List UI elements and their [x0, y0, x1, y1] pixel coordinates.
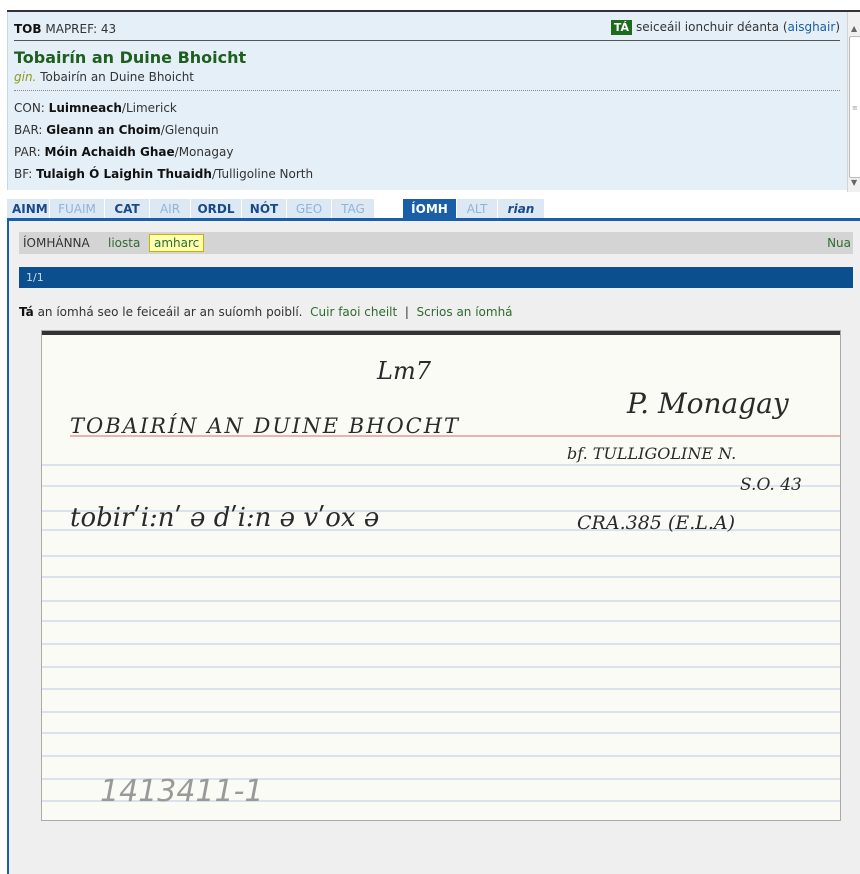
pager-count: 1/1 — [26, 271, 44, 284]
scroll-thumb[interactable]: ≡ — [849, 36, 860, 178]
image-pager: 1/1 — [19, 267, 853, 288]
status-badge: TÁ — [610, 20, 633, 35]
admin-townland: BF: Tulaigh Ó Laighin Thuaidh/Tulligolin… — [14, 167, 313, 181]
genitive-line: gin. Tobairín an Duine Bhoicht — [14, 70, 194, 84]
tab-not[interactable]: NÓT — [242, 199, 286, 219]
tab-fuaim[interactable]: FUAIM — [50, 199, 104, 219]
admin-english-name: /Glenquin — [160, 123, 219, 137]
tab-air[interactable]: AIR — [150, 199, 190, 219]
delete-image-link[interactable]: Scrios an íomhá — [417, 305, 513, 319]
undo-link[interactable]: aisghair — [788, 20, 836, 34]
visibility-line: Tá an íomhá seo le feiceáil ar an suíomh… — [19, 305, 513, 319]
card-drawing: Lm7 TOBAIRÍN AN DUINE BHOCHT P. Monagay … — [42, 357, 840, 809]
card-code: Lm7 — [376, 357, 432, 385]
visibility-text: an íomhá seo le feiceáil ar an suíomh po… — [37, 305, 303, 319]
undo-paren-close: ) — [835, 20, 840, 34]
card-parish: P. Monagay — [626, 387, 790, 420]
scroll-up-arrow-icon[interactable]: ▲ — [851, 24, 857, 33]
new-image-link[interactable]: Nua — [827, 236, 851, 250]
admin-irish-name: Gleann an Choim — [46, 123, 161, 137]
view-mode-link[interactable]: amharc — [149, 234, 205, 252]
input-check-status: TÁ seiceáil ionchuir déanta (aisghair) — [610, 20, 840, 35]
admin-irish-name: Tulaigh Ó Laighin Thuaidh — [36, 167, 212, 181]
link-separator: | — [404, 305, 409, 319]
place-name-title: Tobairín an Duine Bhoicht — [14, 48, 247, 67]
list-view-link[interactable]: liosta — [108, 236, 140, 250]
card-so-ref: S.O. 43 — [740, 475, 802, 495]
admin-irish-name: Móin Achaidh Ghae — [44, 145, 175, 159]
tab-ordl[interactable]: ORDL — [191, 199, 241, 219]
panel-left-border — [7, 218, 9, 874]
card-name-caps: TOBAIRÍN AN DUINE BHOCHT — [70, 414, 460, 438]
admin-code: CON: — [14, 101, 45, 115]
images-subbar: ÍOMHÁNNA liosta amharc Nua — [19, 232, 853, 254]
admin-barony: BAR: Gleann an Choim/Glenquin — [14, 123, 219, 137]
images-label: ÍOMHÁNNA — [23, 236, 90, 250]
genitive-label: gin. — [14, 70, 37, 84]
admin-english-name: /Limerick — [121, 101, 177, 115]
mapref-value: MAPREF: 43 — [45, 22, 117, 36]
admin-irish-name: Luimneach — [48, 101, 122, 115]
tab-tag[interactable]: TAG — [332, 199, 374, 219]
tab-ainm[interactable]: AINM — [7, 199, 49, 219]
card-townland: bf. TULLIGOLINE N. — [567, 444, 736, 463]
admin-english-name: /Monagay — [174, 145, 234, 159]
index-card-image: Lm7 TOBAIRÍN AN DUINE BHOCHT P. Monagay … — [41, 330, 841, 821]
tab-rian[interactable]: rian — [498, 199, 544, 219]
header-scrollbar[interactable]: ▲ ≡ ▼ — [847, 12, 860, 192]
card-phonetic: tobirʹi:nʹ ə dʹi:n ə vʹox ə — [70, 503, 379, 533]
genitive-value: Tobairín an Duine Bhoicht — [40, 70, 195, 84]
status-text: seiceáil ionchuir déanta — [636, 20, 779, 34]
hide-image-link[interactable]: Cuir faoi cheilt — [310, 305, 397, 319]
visibility-yes: Tá — [19, 305, 34, 319]
tab-cat[interactable]: CAT — [105, 199, 149, 219]
admin-english-name: /Tulligoline North — [211, 167, 314, 181]
admin-county: CON: Luimneach/Limerick — [14, 101, 177, 115]
header-row: TOB MAPREF: 43 TÁ seiceáil ionchuir déant… — [14, 20, 840, 41]
grip-icon: ≡ — [852, 104, 858, 112]
admin-parish: PAR: Móin Achaidh Ghae/Monagay — [14, 145, 233, 159]
tab-geo[interactable]: GEO — [287, 199, 331, 219]
record-type: TOB — [14, 22, 42, 36]
card-cra-ref: CRA.385 (E.L.A) — [577, 512, 735, 534]
admin-code: PAR: — [14, 145, 41, 159]
mapref-label: TOB MAPREF: 43 — [14, 22, 116, 36]
admin-code: BAR: — [14, 123, 43, 137]
card-number: 1413411-1 — [100, 774, 264, 809]
tab-iomh[interactable]: ÍOMH — [403, 199, 456, 219]
tab-alt[interactable]: ALT — [457, 199, 497, 219]
admin-code: BF: — [14, 167, 33, 181]
dotted-divider — [14, 90, 840, 91]
scroll-down-arrow-icon[interactable]: ▼ — [851, 178, 857, 187]
